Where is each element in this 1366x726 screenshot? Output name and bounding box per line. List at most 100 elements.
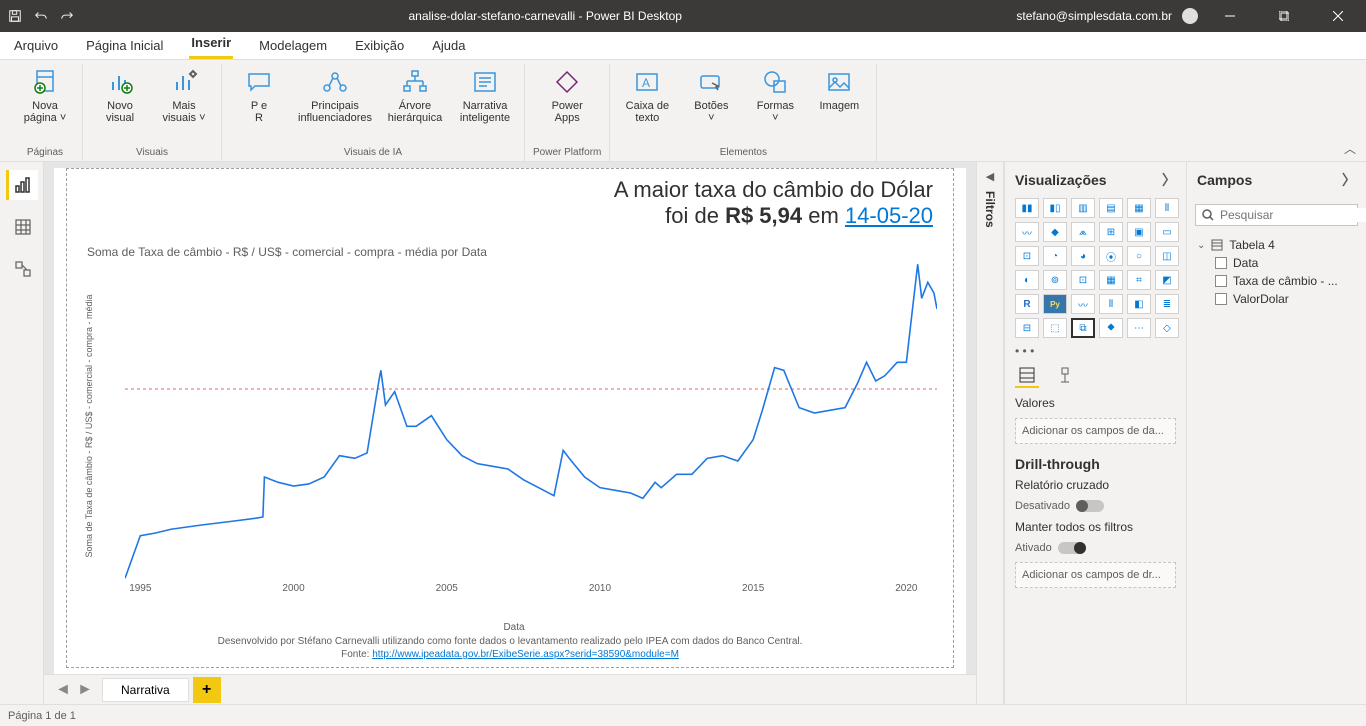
- viz-type-22[interactable]: ⌗: [1127, 270, 1151, 290]
- viz-type-17[interactable]: ◫: [1155, 246, 1179, 266]
- menu-inserir[interactable]: Inserir: [189, 31, 233, 59]
- checkbox-icon[interactable]: [1215, 275, 1227, 287]
- data-view-button[interactable]: [6, 212, 38, 242]
- save-icon[interactable]: [8, 9, 22, 23]
- viz-type-33[interactable]: ⯁: [1099, 318, 1123, 338]
- viz-type-23[interactable]: ◩: [1155, 270, 1179, 290]
- field-valordolar[interactable]: ValorDolar: [1193, 290, 1360, 308]
- viz-type-15[interactable]: ⦿: [1099, 246, 1123, 266]
- tab-next-icon[interactable]: ►: [74, 679, 96, 701]
- menu-exibicao[interactable]: Exibição: [353, 34, 406, 59]
- power-apps-button[interactable]: Power Apps: [538, 64, 596, 124]
- mais-visuais-button[interactable]: Mais visuais ˅: [155, 64, 213, 124]
- viz-type-13[interactable]: ◔: [1043, 246, 1067, 266]
- botoes-button[interactable]: Botões ˅: [682, 64, 740, 124]
- redo-icon[interactable]: [60, 9, 74, 23]
- viz-type-5[interactable]: ⫴: [1155, 198, 1179, 218]
- format-tab-icon[interactable]: [1053, 364, 1077, 388]
- viz-type-35[interactable]: ◇: [1155, 318, 1179, 338]
- viz-type-28[interactable]: ◧: [1127, 294, 1151, 314]
- viz-type-9[interactable]: ⊞: [1099, 222, 1123, 242]
- viz-type-2[interactable]: ▥: [1071, 198, 1095, 218]
- viz-type-29[interactable]: ≣: [1155, 294, 1179, 314]
- viz-type-6[interactable]: 〰: [1015, 222, 1039, 242]
- menu-modelagem[interactable]: Modelagem: [257, 34, 329, 59]
- nova-pagina-button[interactable]: Nova página ˅: [16, 64, 74, 124]
- report-visual[interactable]: A maior taxa do câmbio do Dólar foi de R…: [66, 168, 954, 668]
- viz-type-24[interactable]: R: [1015, 294, 1039, 314]
- viz-type-21[interactable]: ▦: [1099, 270, 1123, 290]
- menu-arquivo[interactable]: Arquivo: [12, 34, 60, 59]
- headline-value: R$ 5,94: [725, 203, 802, 228]
- user-avatar-icon[interactable]: [1182, 8, 1198, 24]
- field-taxa[interactable]: Taxa de câmbio - ...: [1193, 272, 1360, 290]
- visualizations-panel: Visualizações 〉 ▮▮▮▯▥▤▦⫴〰◆⩕⊞▣▭⊡◔◕⦿○◫◐⊚⊡▦…: [1004, 162, 1186, 704]
- caixa-texto-button[interactable]: A Caixa de texto: [618, 64, 676, 124]
- viz-type-26[interactable]: 〰: [1071, 294, 1095, 314]
- viz-type-32[interactable]: ⧉: [1071, 318, 1095, 338]
- rel-cruz-toggle[interactable]: Desativado: [1005, 498, 1186, 514]
- collapse-ribbon-icon[interactable]: ︿: [1344, 140, 1356, 157]
- fields-search[interactable]: [1195, 204, 1358, 226]
- viz-type-3[interactable]: ▤: [1099, 198, 1123, 218]
- viz-type-11[interactable]: ▭: [1155, 222, 1179, 242]
- viz-type-1[interactable]: ▮▯: [1043, 198, 1067, 218]
- viz-type-10[interactable]: ▣: [1127, 222, 1151, 242]
- viz-type-25[interactable]: Py: [1043, 294, 1067, 314]
- viz-type-4[interactable]: ▦: [1127, 198, 1151, 218]
- drill-well[interactable]: Adicionar os campos de dr...: [1015, 562, 1176, 588]
- fields-tab-icon[interactable]: [1015, 364, 1039, 388]
- model-view-button[interactable]: [6, 254, 38, 284]
- undo-icon[interactable]: [34, 9, 48, 23]
- viz-type-19[interactable]: ⊚: [1043, 270, 1067, 290]
- viz-type-8[interactable]: ⩕: [1071, 222, 1095, 242]
- menu-pagina-inicial[interactable]: Página Inicial: [84, 34, 165, 59]
- svg-text:A: A: [642, 76, 650, 90]
- checkbox-icon[interactable]: [1215, 293, 1227, 305]
- viz-type-34[interactable]: ⋯: [1127, 318, 1151, 338]
- arvore-button[interactable]: Árvore hierárquica: [382, 64, 448, 124]
- footer-link[interactable]: http://www.ipeadata.gov.br/ExibeSerie.as…: [372, 649, 679, 660]
- p-e-r-button[interactable]: P e R: [230, 64, 288, 124]
- imagem-button[interactable]: Imagem: [810, 64, 868, 112]
- tab-prev-icon[interactable]: ◄: [52, 679, 74, 701]
- maximize-button[interactable]: [1262, 0, 1306, 32]
- bar-chart-icon: [104, 66, 136, 98]
- tab-narrativa[interactable]: Narrativa: [102, 678, 189, 702]
- manter-toggle[interactable]: Ativado: [1005, 540, 1186, 556]
- narrativa-button[interactable]: Narrativa inteligente: [454, 64, 516, 124]
- viz-type-16[interactable]: ○: [1127, 246, 1151, 266]
- checkbox-icon[interactable]: [1215, 257, 1227, 269]
- headline-line1: A maior taxa do câmbio do Dólar: [614, 177, 933, 203]
- field-data[interactable]: Data: [1193, 254, 1360, 272]
- viz-type-31[interactable]: ⬚: [1043, 318, 1067, 338]
- collapse-viz-icon[interactable]: 〉: [1162, 170, 1176, 190]
- close-button[interactable]: [1316, 0, 1360, 32]
- collapse-fields-icon[interactable]: 〉: [1342, 170, 1356, 190]
- viz-type-12[interactable]: ⊡: [1015, 246, 1039, 266]
- menu-ajuda[interactable]: Ajuda: [430, 34, 467, 59]
- principais-influenciadores-button[interactable]: Principais influenciadores: [294, 64, 376, 124]
- viz-type-7[interactable]: ◆: [1043, 222, 1067, 242]
- viz-more-icon[interactable]: • • •: [1005, 344, 1186, 358]
- viz-type-20[interactable]: ⊡: [1071, 270, 1095, 290]
- table-node[interactable]: ⌄ Tabela 4: [1193, 236, 1360, 254]
- report-view-button[interactable]: [6, 170, 38, 200]
- novo-visual-button[interactable]: Novo visual: [91, 64, 149, 124]
- filters-pane-collapsed[interactable]: ◀ Filtros: [976, 162, 1004, 704]
- user-email[interactable]: stefano@simplesdata.com.br: [1016, 9, 1172, 23]
- headline-date-link[interactable]: 14-05-20: [845, 203, 933, 228]
- viz-type-30[interactable]: ⊟: [1015, 318, 1039, 338]
- valores-well[interactable]: Adicionar os campos de da...: [1015, 418, 1176, 444]
- viz-type-18[interactable]: ◐: [1015, 270, 1039, 290]
- viz-type-0[interactable]: ▮▮: [1015, 198, 1039, 218]
- minimize-button[interactable]: [1208, 0, 1252, 32]
- buttons-icon: [695, 66, 727, 98]
- formas-button[interactable]: Formas ˅: [746, 64, 804, 124]
- search-input[interactable]: [1220, 208, 1366, 222]
- expand-filters-icon[interactable]: ◀: [986, 170, 994, 183]
- viz-type-14[interactable]: ◕: [1071, 246, 1095, 266]
- drill-header: Drill-through: [1005, 446, 1186, 476]
- add-page-button[interactable]: +: [193, 677, 221, 703]
- viz-type-27[interactable]: ⫴: [1099, 294, 1123, 314]
